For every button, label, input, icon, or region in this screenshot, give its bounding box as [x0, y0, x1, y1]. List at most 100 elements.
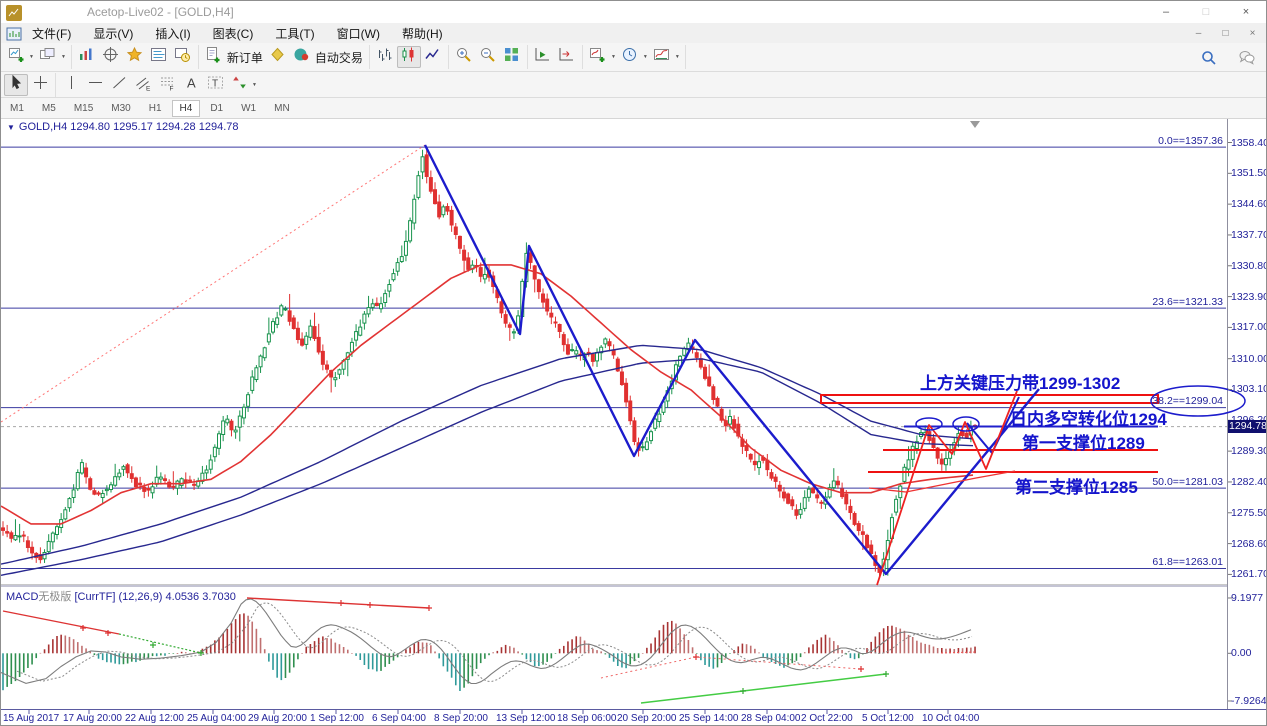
line-chart-button[interactable]: [421, 46, 445, 68]
zoom-in-button[interactable]: [452, 46, 476, 68]
text-button[interactable]: A: [179, 74, 203, 96]
metaeditor-button[interactable]: [266, 46, 290, 68]
chart-bars-icon: [376, 46, 393, 68]
maximize-button[interactable]: □: [1186, 1, 1226, 23]
autotrading-button[interactable]: [290, 46, 314, 68]
data-window-icon: [102, 46, 119, 68]
timeframe-d1[interactable]: D1: [202, 100, 231, 117]
new-chart-icon: [8, 46, 25, 68]
chart-shift-button[interactable]: [555, 46, 579, 68]
title-bar: Acetop-Live02 - [GOLD,H4] –□×: [1, 1, 1266, 23]
data-window-button[interactable]: [99, 46, 123, 68]
timeframe-m15[interactable]: M15: [66, 100, 101, 117]
navigator-button[interactable]: [123, 46, 147, 68]
menu-item[interactable]: 工具(T): [264, 25, 325, 42]
toolbar-group: EFAT ▼: [56, 73, 262, 97]
templates-button-dropdown-icon[interactable]: ▼: [675, 54, 680, 60]
toolbar-group: 新订单 自动交易: [199, 45, 370, 69]
market-watch-button[interactable]: [75, 46, 99, 68]
app-icon: [6, 5, 21, 20]
zoom-in-icon: [455, 46, 472, 68]
mdi-restore-button[interactable]: □: [1212, 28, 1239, 39]
arrows-button[interactable]: [227, 74, 251, 96]
strategy-tester-button[interactable]: [171, 46, 195, 68]
menu-item[interactable]: 图表(C): [202, 25, 265, 42]
mdi-minimize-button[interactable]: –: [1185, 28, 1212, 39]
mdi-close-button[interactable]: ×: [1239, 28, 1266, 39]
terminal-icon: [150, 46, 167, 68]
symbol-ohlc-text: GOLD,H4 1294.80 1295.17 1294.28 1294.78: [19, 121, 239, 133]
candle-chart-button[interactable]: [397, 46, 421, 68]
terminal-button[interactable]: [147, 46, 171, 68]
profiles-button-dropdown-icon[interactable]: ▼: [61, 54, 66, 60]
macd-variant: 无极版: [38, 591, 71, 603]
auto-scroll-button[interactable]: [531, 46, 555, 68]
menu-bar: 文件(F)显示(V)插入(I)图表(C)工具(T)窗口(W)帮助(H) –□×: [1, 23, 1266, 44]
timeframe-m1[interactable]: M1: [2, 100, 32, 117]
chat-button[interactable]: [1234, 46, 1258, 68]
crosshair-button[interactable]: [28, 74, 52, 96]
vline-button[interactable]: [59, 74, 83, 96]
toolbar-group: ▼▼: [1, 45, 72, 69]
bar-chart-button[interactable]: [373, 46, 397, 68]
channel-icon: E: [135, 74, 152, 96]
timeframe-h1[interactable]: H1: [141, 100, 170, 117]
label-button[interactable]: T: [203, 74, 227, 96]
minimize-button[interactable]: –: [1146, 1, 1186, 23]
channel-button[interactable]: E: [131, 74, 155, 96]
indicators-button-dropdown-icon[interactable]: ▼: [611, 54, 616, 60]
toolbar-group: [72, 45, 199, 69]
chart-line-icon: [424, 46, 441, 68]
symbol-collapse-icon[interactable]: ▼: [7, 123, 15, 132]
menu-item[interactable]: 文件(F): [21, 25, 82, 42]
zoom-out-button[interactable]: [476, 46, 500, 68]
text-icon: A: [183, 74, 200, 96]
timeframe-m30[interactable]: M30: [103, 100, 138, 117]
timeframe-w1[interactable]: W1: [233, 100, 264, 117]
menu-item[interactable]: 显示(V): [82, 25, 144, 42]
profiles-icon: [39, 46, 56, 68]
menu-item[interactable]: 窗口(W): [326, 25, 391, 42]
toolbar-group: [1, 73, 56, 97]
profiles-button[interactable]: [36, 46, 60, 68]
new-order-button-label[interactable]: 新订单: [227, 49, 263, 66]
timeframe-m5[interactable]: M5: [34, 100, 64, 117]
periods-button-dropdown-icon[interactable]: ▼: [643, 54, 648, 60]
close-button[interactable]: ×: [1226, 1, 1266, 23]
market-watch-icon: [78, 46, 95, 68]
toolbar-group: [370, 45, 449, 69]
cursor-button[interactable]: [4, 74, 28, 96]
tester-icon: [174, 46, 191, 68]
menu-items: 文件(F)显示(V)插入(I)图表(C)工具(T)窗口(W)帮助(H): [21, 25, 454, 42]
trendline-icon: [111, 74, 128, 96]
current-price-box: 1294.78: [1228, 420, 1267, 433]
auto-scroll-icon: [534, 46, 551, 68]
toolbar-group: [528, 45, 583, 69]
chart-shift-icon: [558, 46, 575, 68]
autotrading-icon: [293, 46, 310, 68]
templates-icon: [653, 46, 670, 68]
new-chart-button[interactable]: [4, 46, 28, 68]
tile-windows-button[interactable]: [500, 46, 524, 68]
navigator-icon: [126, 46, 143, 68]
svg-text:A: A: [187, 75, 196, 90]
timeframe-h4[interactable]: H4: [172, 100, 201, 117]
arrows-button-dropdown-icon[interactable]: ▼: [252, 82, 257, 88]
fibo-button[interactable]: F: [155, 74, 179, 96]
autotrading-button-label[interactable]: 自动交易: [315, 49, 363, 66]
indicators-button[interactable]: [586, 46, 610, 68]
templates-button[interactable]: [650, 46, 674, 68]
new-order-button[interactable]: [202, 46, 226, 68]
periods-button[interactable]: [618, 46, 642, 68]
search-button[interactable]: [1196, 46, 1220, 68]
crosshair-icon: [32, 74, 49, 96]
menu-item[interactable]: 插入(I): [144, 25, 201, 42]
macd-name: MACD: [6, 591, 38, 603]
arrows-icon: [231, 74, 248, 96]
chart-window-icon: [6, 26, 21, 41]
new-chart-button-dropdown-icon[interactable]: ▼: [29, 54, 34, 60]
hline-button[interactable]: [83, 74, 107, 96]
menu-item[interactable]: 帮助(H): [391, 25, 454, 42]
timeframe-mn[interactable]: MN: [266, 100, 298, 117]
trendline-button[interactable]: [107, 74, 131, 96]
